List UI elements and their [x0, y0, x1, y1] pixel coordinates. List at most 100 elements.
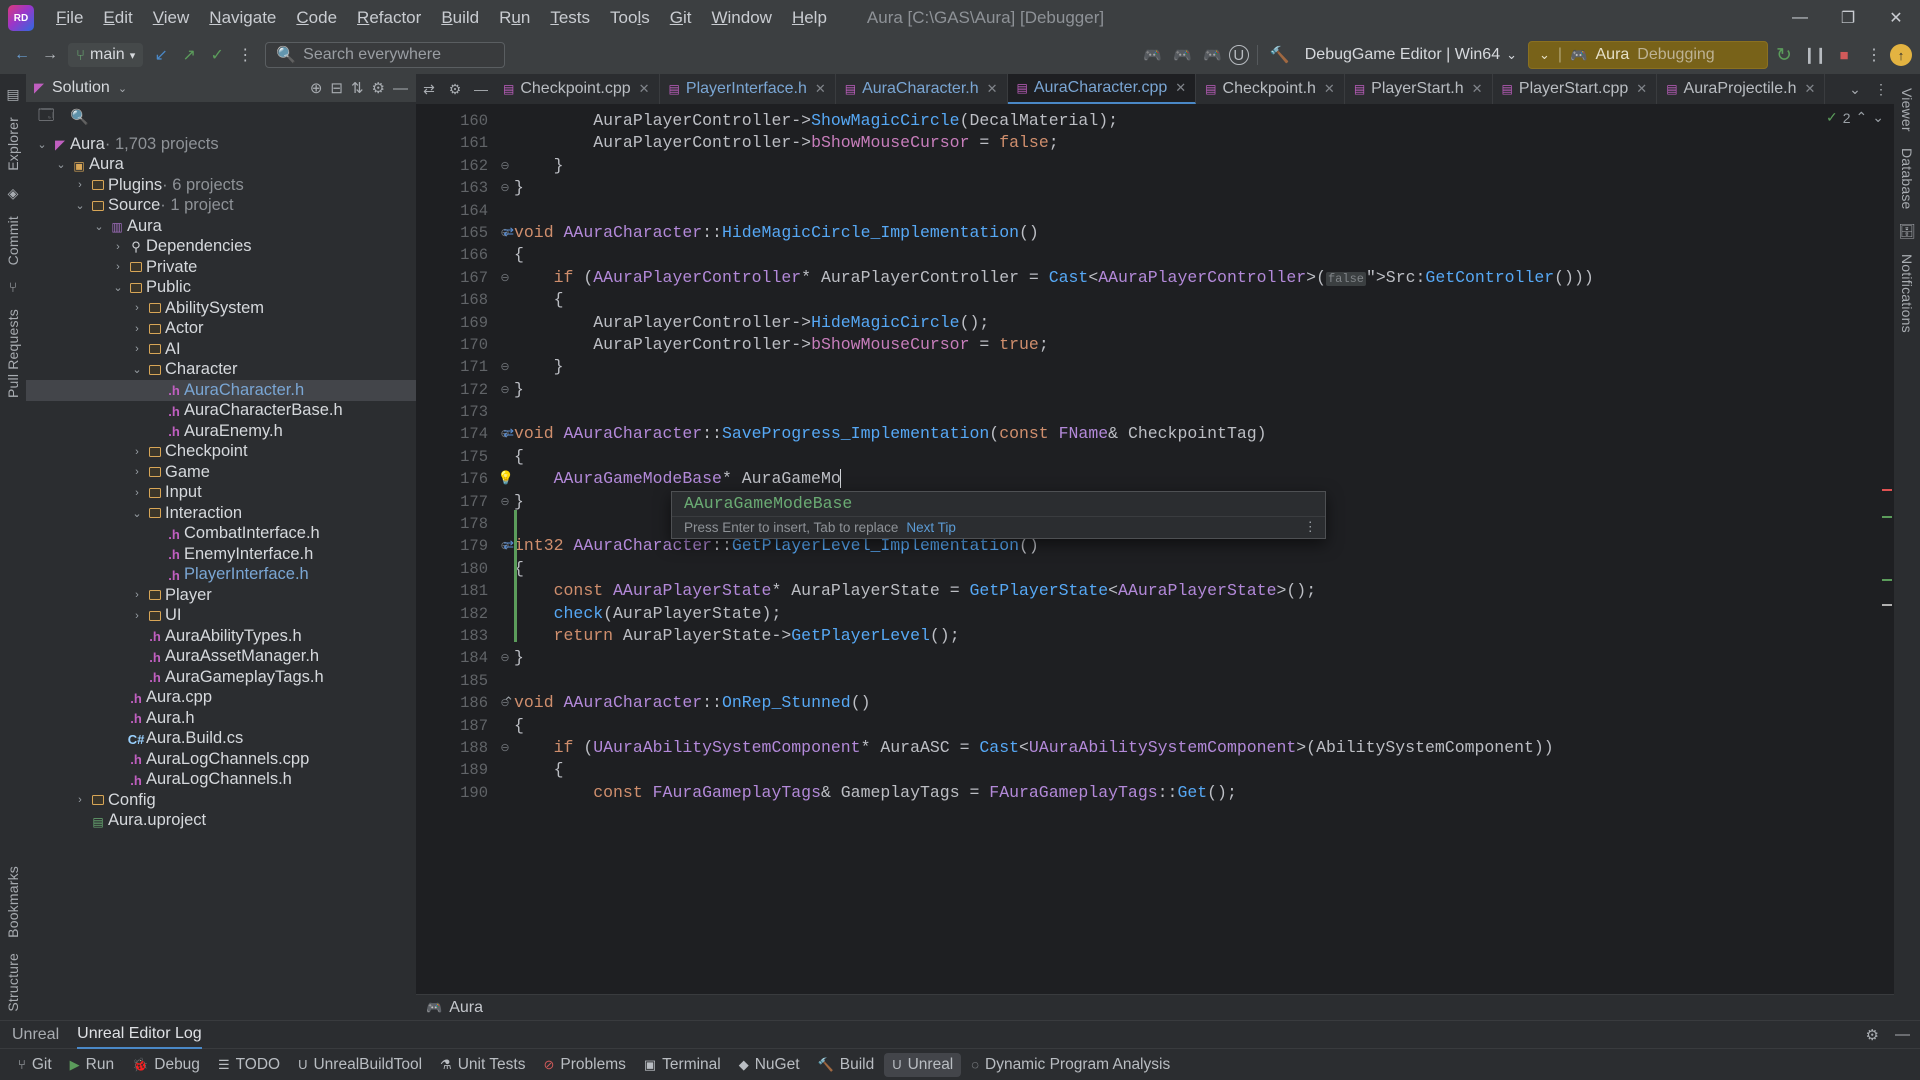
code-line[interactable] [514, 401, 1880, 423]
chevron-right-icon[interactable]: › [110, 241, 126, 253]
code-line[interactable]: AuraPlayerController->HideMagicCircle(); [514, 312, 1880, 334]
gutter-line[interactable]: 186 ⌃ [416, 692, 514, 714]
chevron-down-icon[interactable]: ⌄ [118, 82, 127, 95]
code-line[interactable] [514, 200, 1880, 222]
strip-item-pull-requests[interactable]: Pull Requests [2, 301, 24, 406]
gutter-line[interactable]: 176 💡 [416, 468, 514, 490]
log-tab-unreal-editor-log[interactable]: Unreal Editor Log [77, 1021, 202, 1049]
gutter-line[interactable]: 179 ⇄ [416, 535, 514, 557]
tree-node-auralogchannels-h[interactable]: .h AuraLogChannels.h [26, 770, 416, 791]
fold-marker[interactable]: ⊖ [496, 737, 514, 759]
tree-node-actor[interactable]: › Actor [26, 319, 416, 340]
gutter-line[interactable]: 174 ⇄ [416, 423, 514, 445]
pullrequest-icon[interactable]: ⑂ [9, 279, 17, 295]
tool-window-unit-tests[interactable]: ⚗ Unit Tests [432, 1053, 533, 1077]
tree-node-aura[interactable]: ⌄ ◤ Aura · 1,703 projects [26, 134, 416, 155]
vcs-more-icon[interactable]: ⋮ [231, 41, 259, 69]
menu-item-tools[interactable]: Tools [600, 4, 660, 32]
gutter-line[interactable]: 184 [416, 647, 496, 669]
strip-item-notifications[interactable]: Notifications [1896, 246, 1918, 341]
gutter-line[interactable]: 171 [416, 356, 496, 378]
override-marker-icon[interactable]: ⇄ [503, 222, 514, 244]
chevron-down-icon[interactable]: ⌄ [91, 220, 107, 233]
unreal-engine-icon[interactable]: U [1228, 45, 1249, 65]
strip-item-commit[interactable]: Commit [2, 208, 24, 273]
tree-node-combatinterface-h[interactable]: .h CombatInterface.h [26, 524, 416, 545]
tab-list-icon[interactable]: ⋮ [1868, 74, 1894, 104]
chevron-right-icon[interactable]: › [129, 323, 145, 335]
fold-marker[interactable]: ⊖ [496, 491, 514, 513]
settings-gear-icon[interactable]: ⚙ [1866, 1026, 1879, 1044]
tool-window-build[interactable]: 🔨 Build [810, 1053, 883, 1077]
expand-all-icon[interactable]: ⊕ [310, 79, 323, 97]
menu-item-code[interactable]: Code [286, 4, 347, 32]
code-line[interactable]: } [514, 356, 1880, 378]
gutter-line[interactable]: 188 [416, 737, 496, 759]
gutter-line[interactable]: 162 [416, 155, 496, 177]
gutter-line[interactable]: 166 [416, 244, 496, 266]
editor-tab-checkpoint-h[interactable]: ▤ Checkpoint.h ✕ [1196, 74, 1345, 104]
chevron-down-icon[interactable]: ⌄ [129, 363, 145, 376]
gutter-line[interactable]: 160 [416, 110, 496, 132]
gutter-line[interactable]: 170 [416, 334, 496, 356]
autocomplete-item[interactable]: AAuraGameModeBase [672, 492, 1325, 516]
tree-node-public[interactable]: ⌄ Public [26, 278, 416, 299]
code-line[interactable]: { [514, 244, 1880, 266]
chevron-right-icon[interactable]: › [72, 179, 88, 191]
fold-marker[interactable]: ⊖ [496, 647, 514, 669]
tool-window-unrealbuildtool[interactable]: U UnrealBuildTool [290, 1053, 430, 1077]
tree-node-player[interactable]: › Player [26, 585, 416, 606]
search-everywhere-field[interactable]: 🔍 Search everywhere [265, 42, 506, 68]
code-line[interactable]: check(AuraPlayerState); [514, 603, 1880, 625]
tool-window-problems[interactable]: ⊘ Problems [535, 1053, 633, 1077]
tool-window-run[interactable]: ▶ Run [62, 1053, 122, 1077]
tree-node-private[interactable]: › Private [26, 257, 416, 278]
tree-node-character[interactable]: ⌄ Character [26, 360, 416, 381]
fold-marker[interactable]: ⊖ [496, 379, 514, 401]
code-line[interactable]: if (AAuraPlayerController* AuraPlayerCon… [514, 267, 1880, 289]
commit-icon[interactable]: ◈ [8, 185, 19, 202]
menu-item-help[interactable]: Help [782, 4, 837, 32]
tree-node-source[interactable]: ⌄ Source · 1 project [26, 196, 416, 217]
code-line[interactable]: { [514, 289, 1880, 311]
code-line[interactable]: AAuraGameModeBase* AuraGameMo [514, 468, 1880, 490]
code-line[interactable]: const FAuraGameplayTags& GameplayTags = … [514, 782, 1880, 804]
tree-node-aura[interactable]: ⌄ ▣ Aura [26, 155, 416, 176]
stop-debug-icon[interactable]: ■ [1830, 41, 1858, 69]
gutter-line[interactable]: 185 [416, 670, 496, 692]
editor-tab-auracharacter-h[interactable]: ▤ AuraCharacter.h ✕ [836, 74, 1008, 104]
gutter-line[interactable]: 161 [416, 132, 496, 154]
restart-debug-icon[interactable]: ↻ [1770, 41, 1798, 69]
override-marker-icon[interactable]: ⇄ [503, 535, 514, 557]
tree-node-auracharacter-h[interactable]: .h AuraCharacter.h [26, 380, 416, 401]
editor-tab-playerinterface-h[interactable]: ▤ PlayerInterface.h ✕ [660, 74, 836, 104]
minimize-button[interactable]: — [1776, 0, 1824, 36]
update-available-icon[interactable]: ↑ [1890, 44, 1912, 66]
gutter-line[interactable]: 164 [416, 200, 496, 222]
chevron-down-icon[interactable]: ⌄ [129, 507, 145, 520]
gutter-line[interactable]: 165 ⇄ [416, 222, 514, 244]
gutter-line[interactable]: 172 [416, 379, 496, 401]
implementation-marker-icon[interactable]: ⌃ [503, 692, 514, 714]
tree-node-dependencies[interactable]: › ⚲ Dependencies [26, 237, 416, 258]
tree-node-aura-cpp[interactable]: .h Aura.cpp [26, 688, 416, 709]
code-line[interactable]: } [514, 647, 1880, 669]
gutter-line[interactable]: 168 [416, 289, 496, 311]
prev-problem-icon[interactable]: ⌃ [1856, 109, 1868, 126]
strip-item-explorer[interactable]: Explorer [2, 109, 24, 179]
run-configuration-selector[interactable]: DebugGame Editor | Win64 ⌄ [1296, 43, 1526, 67]
database-icon[interactable]: 🗄 [1898, 223, 1916, 240]
tree-node-ai[interactable]: › AI [26, 339, 416, 360]
tree-node-aura-h[interactable]: .h Aura.h [26, 708, 416, 729]
close-icon[interactable]: ✕ [1472, 81, 1483, 97]
git-branch-selector[interactable]: ⑂ main ▾ [68, 43, 144, 67]
chevron-down-icon[interactable]: ⌄ [34, 138, 50, 151]
fold-marker[interactable]: ⊖ [496, 155, 514, 177]
tree-node-ui[interactable]: › UI [26, 606, 416, 627]
search-icon[interactable]: 🔍 [70, 108, 89, 126]
tree-node-checkpoint[interactable]: › Checkpoint [26, 442, 416, 463]
close-icon[interactable]: ✕ [1324, 81, 1335, 97]
tree-node-playerinterface-h[interactable]: .h PlayerInterface.h [26, 565, 416, 586]
menu-item-build[interactable]: Build [431, 4, 489, 32]
gutter-line[interactable]: 169 [416, 312, 496, 334]
